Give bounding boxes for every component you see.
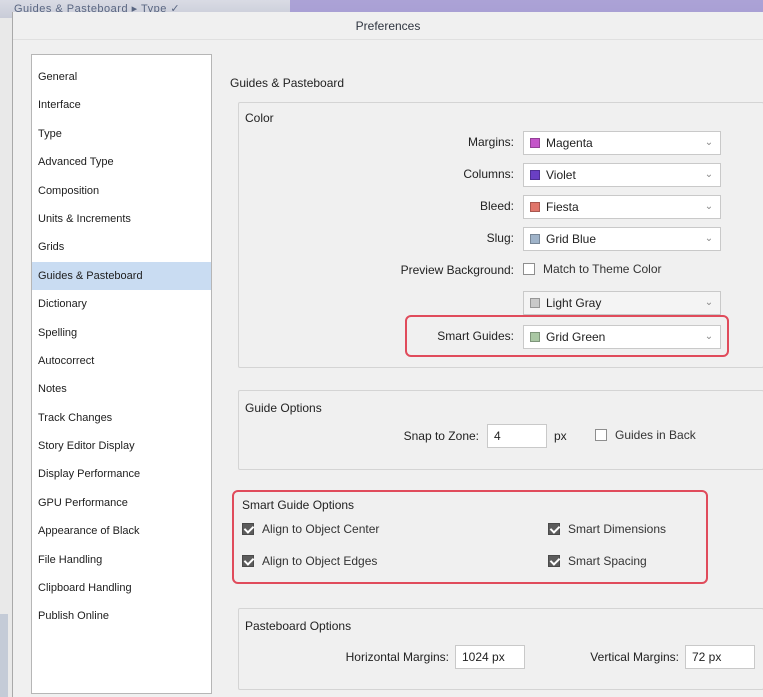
sidebar-item-advanced-type[interactable]: Advanced Type	[32, 148, 211, 176]
page-title: Guides & Pasteboard	[230, 76, 345, 90]
smart-dimensions-checkbox[interactable]	[548, 523, 560, 535]
bleed-dropdown[interactable]: Fiesta ⌄	[523, 195, 721, 219]
margins-label: Margins:	[467, 135, 514, 149]
chevron-down-icon: ⌄	[704, 169, 714, 180]
guides-in-back-label: Guides in Back	[615, 428, 696, 442]
sidebar-item-dictionary[interactable]: Dictionary	[32, 290, 211, 318]
slug-swatch	[530, 234, 540, 244]
smart-guide-options-highlight: Smart Guide Options Align to Object Cent…	[232, 490, 708, 584]
align-to-edges-label: Align to Object Edges	[262, 554, 378, 568]
sidebar-item-file-handling[interactable]: File Handling	[32, 546, 211, 574]
sidebar-item-notes[interactable]: Notes	[32, 375, 211, 403]
chevron-down-icon: ⌄	[704, 233, 714, 244]
snap-to-zone-field[interactable]: 4	[487, 424, 547, 448]
sidebar-item-story-editor-display[interactable]: Story Editor Display	[32, 432, 211, 460]
sidebar-item-autocorrect[interactable]: Autocorrect	[32, 347, 211, 375]
sidebar-item-grids[interactable]: Grids	[32, 233, 211, 261]
align-to-center-row[interactable]: Align to Object Center	[242, 522, 379, 536]
snap-to-zone-label: Snap to Zone:	[403, 429, 479, 443]
preview-background-label: Preview Background:	[400, 263, 514, 277]
snap-to-zone-unit: px	[554, 429, 567, 443]
margins-value: Magenta	[546, 136, 593, 150]
margins-dropdown[interactable]: Magenta ⌄	[523, 131, 721, 155]
chevron-down-icon: ⌄	[704, 297, 714, 308]
match-theme-color-label: Match to Theme Color	[543, 262, 662, 276]
columns-dropdown[interactable]: Violet ⌄	[523, 163, 721, 187]
chevron-down-icon: ⌄	[704, 137, 714, 148]
color-panel: Color Margins: Magenta ⌄ Columns: Violet…	[238, 102, 763, 368]
sidebar-item-track-changes[interactable]: Track Changes	[32, 404, 211, 432]
margins-swatch	[530, 138, 540, 148]
background-window-edge	[0, 614, 8, 697]
guides-in-back-row[interactable]: Guides in Back	[595, 428, 696, 442]
slug-dropdown[interactable]: Grid Blue ⌄	[523, 227, 721, 251]
smart-spacing-label: Smart Spacing	[568, 554, 647, 568]
pasteboard-options-title: Pasteboard Options	[245, 619, 352, 633]
vertical-margins-field[interactable]: 72 px	[685, 645, 755, 669]
sidebar-item-units-increments[interactable]: Units & Increments	[32, 205, 211, 233]
smart-guides-highlight	[405, 315, 729, 357]
align-to-center-label: Align to Object Center	[262, 522, 380, 536]
smart-spacing-checkbox[interactable]	[548, 555, 560, 567]
sidebar-item-general[interactable]: General	[32, 63, 211, 91]
bleed-value: Fiesta	[546, 200, 579, 214]
color-panel-title: Color	[245, 111, 274, 125]
columns-value: Violet	[546, 168, 576, 182]
columns-swatch	[530, 170, 540, 180]
align-to-edges-checkbox[interactable]	[242, 555, 254, 567]
smart-dimensions-label: Smart Dimensions	[568, 522, 667, 536]
slug-label: Slug:	[486, 231, 514, 245]
preferences-content: Guides & Pasteboard Color Margins: Magen…	[216, 50, 763, 697]
sidebar-item-interface[interactable]: Interface	[32, 91, 211, 119]
sidebar-item-spelling[interactable]: Spelling	[32, 319, 211, 347]
match-theme-color-checkbox[interactable]	[523, 263, 535, 275]
vertical-margins-label: Vertical Margins:	[590, 650, 679, 664]
horizontal-margins-field[interactable]: 1024 px	[455, 645, 525, 669]
sidebar-item-guides-pasteboard[interactable]: Guides & Pasteboard	[32, 261, 211, 291]
guide-options-title: Guide Options	[245, 401, 322, 415]
align-to-edges-row[interactable]: Align to Object Edges	[242, 554, 377, 568]
horizontal-margins-label: Horizontal Margins:	[345, 650, 449, 664]
smart-dimensions-row[interactable]: Smart Dimensions	[548, 522, 666, 536]
slug-value: Grid Blue	[546, 232, 597, 246]
pasteboard-options-panel: Pasteboard Options Horizontal Margins: 1…	[238, 608, 763, 690]
match-theme-color-checkbox-row[interactable]: Match to Theme Color	[523, 262, 662, 276]
bleed-label: Bleed:	[479, 199, 514, 213]
chevron-down-icon: ⌄	[704, 201, 714, 212]
guide-options-panel: Guide Options Snap to Zone: 4 px Guides …	[238, 390, 763, 470]
columns-label: Columns:	[463, 167, 514, 181]
sidebar-item-appearance-of-black[interactable]: Appearance of Black	[32, 517, 211, 545]
sidebar-item-gpu-performance[interactable]: GPU Performance	[32, 489, 211, 517]
preview-color-value: Light Gray	[546, 296, 602, 310]
preview-color-swatch	[530, 298, 540, 308]
dialog-title: Preferences	[13, 12, 763, 40]
sidebar-item-publish-online[interactable]: Publish Online	[32, 602, 211, 630]
category-list: General Interface Type Advanced Type Com…	[31, 54, 212, 694]
preview-color-dropdown[interactable]: Light Gray ⌄	[523, 291, 721, 315]
align-to-center-checkbox[interactable]	[242, 523, 254, 535]
sidebar-item-type[interactable]: Type	[32, 120, 211, 148]
smart-guide-options-title: Smart Guide Options	[242, 498, 355, 512]
guides-in-back-checkbox[interactable]	[595, 429, 607, 441]
sidebar-item-clipboard-handling[interactable]: Clipboard Handling	[32, 574, 211, 602]
smart-spacing-row[interactable]: Smart Spacing	[548, 554, 647, 568]
preferences-dialog: Preferences General Interface Type Advan…	[12, 12, 763, 697]
sidebar-item-composition[interactable]: Composition	[32, 177, 211, 205]
sidebar-item-display-performance[interactable]: Display Performance	[32, 460, 211, 488]
bleed-swatch	[530, 202, 540, 212]
